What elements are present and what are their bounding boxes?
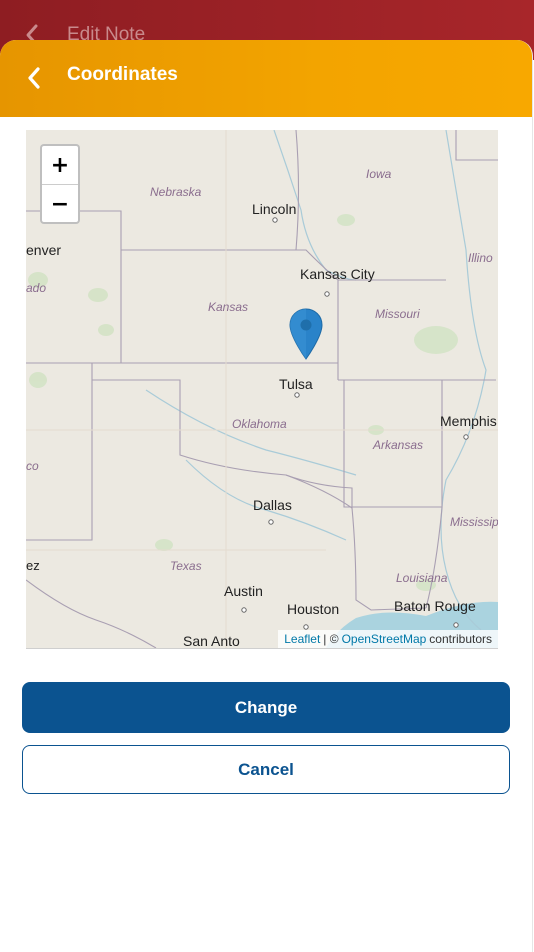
city-label: Austin: [224, 583, 263, 599]
attribution-contributors: contributors: [429, 632, 492, 646]
change-button[interactable]: Change: [22, 682, 510, 733]
openstreetmap-link[interactable]: OpenStreetMap: [342, 632, 427, 646]
map-attribution: Leaflet | © OpenStreetMap contributors: [278, 630, 498, 648]
attribution-separator: | ©: [323, 632, 339, 646]
state-label: Oklahoma: [232, 417, 287, 431]
state-label: Texas: [170, 559, 202, 573]
city-label: Baton Rouge: [394, 598, 476, 614]
state-label: ado: [26, 281, 47, 295]
state-label: co: [26, 459, 39, 473]
modal-header: Coordinates: [0, 40, 532, 117]
chevron-left-icon: [28, 67, 40, 89]
state-label: Arkansas: [373, 438, 424, 452]
state-label: Mississip: [450, 515, 498, 529]
leaflet-link[interactable]: Leaflet: [284, 632, 320, 646]
back-button[interactable]: [18, 62, 50, 94]
modal-title: Coordinates: [67, 64, 178, 85]
cancel-button[interactable]: Cancel: [22, 745, 510, 794]
state-label: Nebraska: [150, 185, 202, 199]
city-label: Lincoln: [252, 201, 297, 217]
map-pin-icon[interactable]: [289, 308, 323, 360]
city-label: ez: [26, 558, 40, 573]
zoom-in-button[interactable]: +: [42, 146, 78, 185]
city-label: Houston: [287, 601, 340, 617]
city-label: San Anto: [183, 633, 240, 649]
state-label: Illino: [468, 251, 493, 265]
state-label: Missouri: [375, 307, 420, 321]
city-label: Tulsa: [279, 376, 313, 392]
state-label: Louisiana: [396, 571, 448, 585]
map-view[interactable]: Lincoln Kansas City Tulsa Memphis Dallas…: [26, 130, 498, 649]
city-label: Kansas City: [300, 266, 375, 282]
city-label: Dallas: [253, 497, 292, 513]
coordinates-modal: Coordinates Lincoln Kansas City Tulsa Me…: [0, 40, 533, 952]
city-label: Memphis: [440, 413, 497, 429]
state-label: Iowa: [366, 167, 392, 181]
zoom-control: + −: [40, 144, 80, 224]
state-label: Kansas: [208, 300, 249, 314]
city-label: enver: [26, 242, 62, 258]
zoom-out-button[interactable]: −: [42, 185, 78, 223]
